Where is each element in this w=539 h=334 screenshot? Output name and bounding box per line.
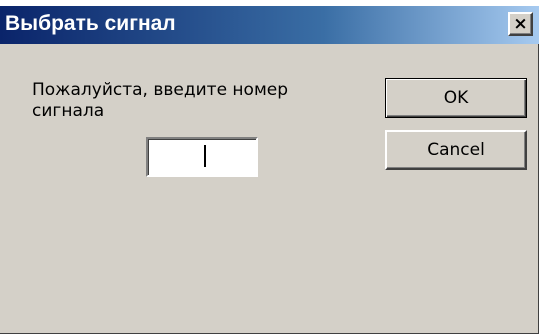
text-caret bbox=[204, 145, 206, 167]
dialog-window bbox=[0, 6, 539, 334]
close-icon: × bbox=[513, 13, 528, 34]
window-title: Выбрать сигнал bbox=[5, 12, 176, 35]
signal-number-input[interactable] bbox=[146, 137, 258, 177]
prompt-label: Пожалуйста, введите номер сигнала bbox=[32, 80, 289, 121]
title-bar[interactable]: Выбрать сигнал × bbox=[0, 6, 539, 44]
cancel-button[interactable]: Cancel bbox=[385, 130, 527, 170]
ok-button[interactable]: OK bbox=[385, 78, 527, 118]
close-button[interactable]: × bbox=[508, 12, 533, 36]
